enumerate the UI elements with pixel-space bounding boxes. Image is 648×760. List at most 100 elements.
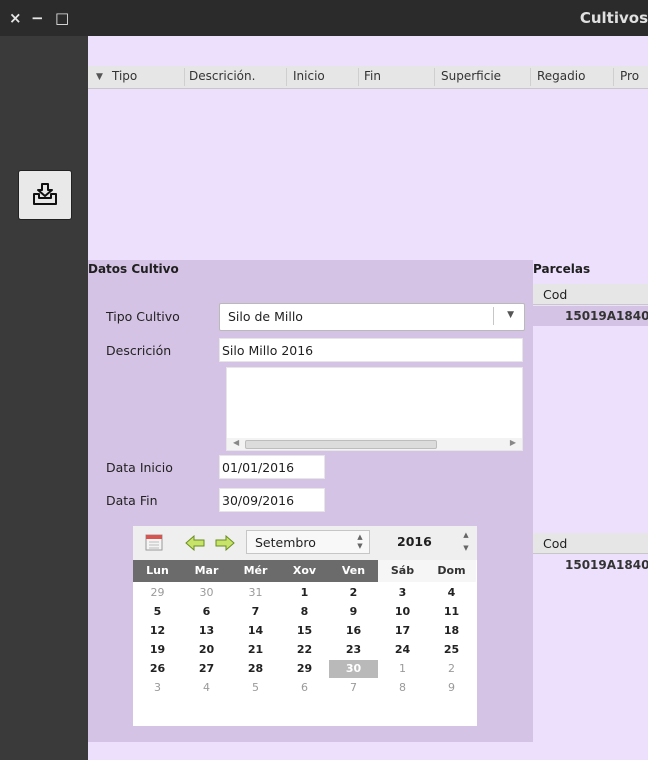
calendar-day[interactable]: 6 xyxy=(182,603,231,621)
tipo-cultivo-label: Tipo Cultivo xyxy=(106,309,180,324)
column-header-pro[interactable]: Pro xyxy=(620,69,639,83)
parcelas-title: Parcelas xyxy=(533,262,591,276)
column-header-inicio[interactable]: Inicio xyxy=(293,69,325,83)
next-month-arrow-icon[interactable] xyxy=(215,535,235,551)
calendar-day[interactable]: 27 xyxy=(182,660,231,678)
scroll-right-icon[interactable]: ▶ xyxy=(510,438,516,447)
calendar-day[interactable]: 1 xyxy=(280,584,329,602)
parcelas-table2-header: Cod xyxy=(533,533,648,554)
calendar-day[interactable]: 5 xyxy=(133,603,182,621)
calendar-day[interactable]: 9 xyxy=(329,603,378,621)
calendar-day[interactable]: 29 xyxy=(280,660,329,678)
title-bar: × − □ Cultivos xyxy=(0,0,648,36)
weekday-header-row: Lun Mar Mér Xov Ven Sáb Dom xyxy=(133,560,477,582)
calendar-day[interactable]: 14 xyxy=(231,622,280,640)
column-header-cod[interactable]: Cod xyxy=(543,287,567,302)
year-spin-up-icon[interactable]: ▲ xyxy=(461,532,471,539)
year-value[interactable]: 2016 xyxy=(397,534,432,549)
weekday-label: Sáb xyxy=(378,560,427,582)
weekday-label: Mér xyxy=(231,560,280,582)
close-icon[interactable]: × xyxy=(9,9,22,27)
column-divider xyxy=(184,68,185,86)
combo-divider xyxy=(493,307,494,325)
calendar-day[interactable]: 16 xyxy=(329,622,378,640)
calendar-icon[interactable] xyxy=(145,534,163,551)
calendar-day[interactable]: 23 xyxy=(329,641,378,659)
descricion-input[interactable]: Silo Millo 2016 xyxy=(219,338,523,362)
descricion-label: Descrición xyxy=(106,343,172,358)
calendar-day[interactable]: 19 xyxy=(133,641,182,659)
horizontal-scrollbar[interactable]: ◀ ▶ xyxy=(227,438,522,450)
parcelas-table2-row[interactable]: 15019A18400 xyxy=(533,555,648,575)
calendar-day[interactable]: 18 xyxy=(427,622,476,640)
maximize-icon[interactable]: □ xyxy=(55,9,69,27)
year-spin-down-icon[interactable]: ▼ xyxy=(461,545,471,552)
calendar-day[interactable]: 7 xyxy=(329,679,378,697)
calendar-day[interactable]: 8 xyxy=(378,679,427,697)
data-fin-label: Data Fin xyxy=(106,493,158,508)
calendar-day[interactable]: 4 xyxy=(182,679,231,697)
column-divider xyxy=(530,68,531,86)
calendar-day[interactable]: 22 xyxy=(280,641,329,659)
column-divider xyxy=(286,68,287,86)
calendar-day[interactable]: 3 xyxy=(133,679,182,697)
column-header-regadio[interactable]: Regadio xyxy=(537,69,585,83)
weekday-label: Ven xyxy=(329,560,378,582)
download-tray-icon xyxy=(33,183,57,205)
calendar-day[interactable]: 10 xyxy=(378,603,427,621)
weekday-label: Dom xyxy=(427,560,476,582)
calendar-day[interactable]: 31 xyxy=(231,584,280,602)
data-inicio-label: Data Inicio xyxy=(106,460,173,475)
column-header-descricion[interactable]: Descrición. xyxy=(189,69,255,83)
calendar-day[interactable]: 7 xyxy=(231,603,280,621)
calendar-day[interactable]: 20 xyxy=(182,641,231,659)
notes-textarea[interactable]: ◀ ▶ xyxy=(226,367,523,451)
column-divider xyxy=(613,68,614,86)
column-divider xyxy=(434,68,435,86)
calendar-day[interactable]: 5 xyxy=(231,679,280,697)
scrollbar-thumb[interactable] xyxy=(245,440,437,449)
save-button[interactable] xyxy=(18,170,72,220)
calendar-day[interactable]: 26 xyxy=(133,660,182,678)
column-header-cod[interactable]: Cod xyxy=(543,536,567,551)
parcela-cod: 15019A18400 xyxy=(565,558,648,572)
sort-arrow-icon[interactable]: ▼ xyxy=(96,72,103,82)
calendar-day[interactable]: 3 xyxy=(378,584,427,602)
calendar-day[interactable]: 9 xyxy=(427,679,476,697)
weekday-label: Mar xyxy=(182,560,231,582)
column-header-fin[interactable]: Fin xyxy=(364,69,381,83)
spin-up-icon[interactable]: ▲ xyxy=(355,534,365,541)
calendar-day[interactable]: 1 xyxy=(378,660,427,678)
calendar-day[interactable]: 28 xyxy=(231,660,280,678)
calendar-day[interactable]: 2 xyxy=(427,660,476,678)
calendar-day-selected[interactable]: 30 xyxy=(329,660,378,678)
data-inicio-input[interactable]: 01/01/2016 xyxy=(219,455,325,479)
calendar-day[interactable]: 2 xyxy=(329,584,378,602)
minimize-icon[interactable]: − xyxy=(31,9,44,27)
parcelas-table-row[interactable]: 15019A18400 xyxy=(533,306,648,326)
month-spinner[interactable]: Setembro ▲ ▼ xyxy=(246,530,370,554)
tipo-cultivo-select[interactable]: Silo de Millo ▼ xyxy=(219,303,525,331)
calendar-day[interactable]: 6 xyxy=(280,679,329,697)
calendar-day[interactable]: 11 xyxy=(427,603,476,621)
calendar-header: Setembro ▲ ▼ 2016 ▲ ▼ xyxy=(133,526,477,560)
column-header-tipo[interactable]: Tipo xyxy=(112,69,137,83)
spin-down-icon[interactable]: ▼ xyxy=(355,543,365,550)
data-fin-input[interactable]: 30/09/2016 xyxy=(219,488,325,512)
calendar-day[interactable]: 17 xyxy=(378,622,427,640)
calendar-day[interactable]: 29 xyxy=(133,584,182,602)
previous-month-arrow-icon[interactable] xyxy=(185,535,205,551)
column-header-superficie[interactable]: Superficie xyxy=(441,69,501,83)
calendar-day[interactable]: 13 xyxy=(182,622,231,640)
calendar-day[interactable]: 21 xyxy=(231,641,280,659)
calendar-day[interactable]: 25 xyxy=(427,641,476,659)
calendar-day[interactable]: 4 xyxy=(427,584,476,602)
calendar-day[interactable]: 8 xyxy=(280,603,329,621)
calendar-day[interactable]: 24 xyxy=(378,641,427,659)
datos-cultivo-panel: Datos Cultivo Tipo Cultivo Silo de Millo… xyxy=(88,260,533,742)
scroll-left-icon[interactable]: ◀ xyxy=(233,438,239,447)
month-value: Setembro xyxy=(255,535,316,550)
calendar-day[interactable]: 30 xyxy=(182,584,231,602)
calendar-day[interactable]: 12 xyxy=(133,622,182,640)
calendar-day[interactable]: 15 xyxy=(280,622,329,640)
